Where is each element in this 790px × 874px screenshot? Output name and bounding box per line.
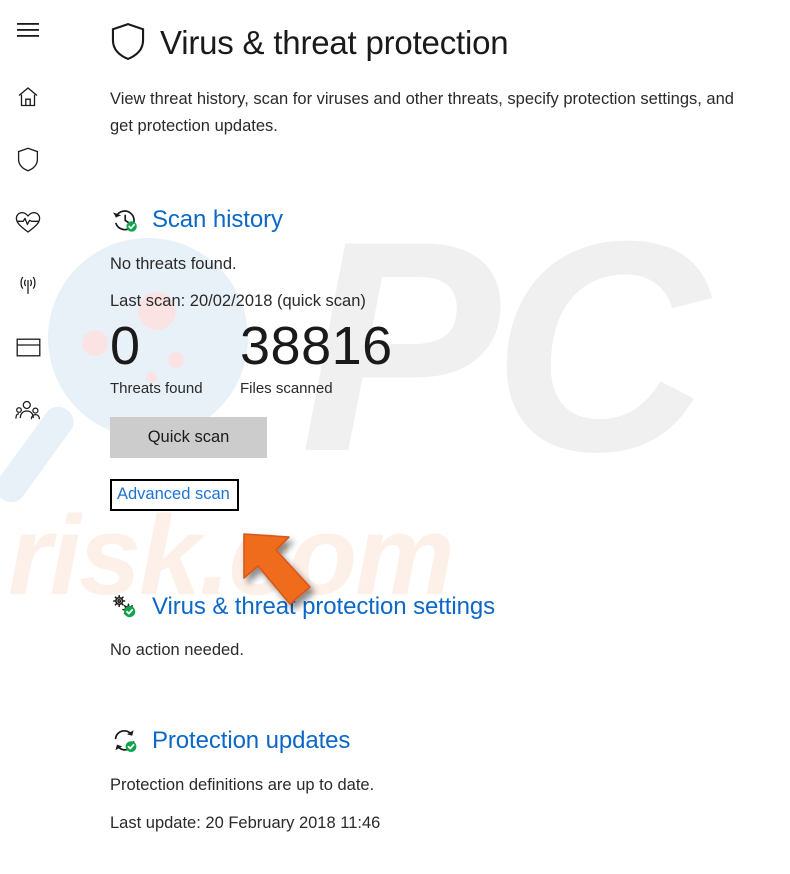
- heart-pulse-icon: [15, 211, 41, 234]
- scan-history-last-scan: Last scan: 20/02/2018 (quick scan): [110, 291, 366, 310]
- page-title: Virus & threat protection: [160, 23, 509, 61]
- shield-icon: [110, 22, 146, 62]
- stat-value: 0: [110, 316, 141, 377]
- sidebar-item-family-options[interactable]: [8, 390, 48, 430]
- sidebar-item-virus-threat-protection[interactable]: [8, 139, 48, 179]
- hamburger-menu-button[interactable]: [8, 10, 48, 50]
- scan-history-status: No threats found.: [110, 255, 237, 273]
- protection-updates-status: Protection definitions are up to date.: [110, 776, 375, 794]
- stat-value: 38816: [240, 316, 393, 377]
- scan-statistics: 0 Threats found 38816 Files scanned: [110, 316, 730, 396]
- refresh-check-icon: [110, 726, 140, 756]
- signal-tower-icon: [15, 273, 41, 297]
- sidebar-item-firewall-network[interactable]: [8, 265, 48, 305]
- stat-files-scanned: 38816 Files scanned: [240, 316, 393, 396]
- sidebar-item-app-browser-control[interactable]: [8, 327, 48, 367]
- stat-threats-found: 0 Threats found: [110, 316, 240, 396]
- browser-window-icon: [16, 337, 41, 358]
- navigation-sidebar: [0, 0, 56, 874]
- gears-check-icon: [110, 592, 140, 622]
- sidebar-item-home[interactable]: [8, 77, 48, 117]
- scan-history-title[interactable]: Scan history: [152, 208, 283, 232]
- stat-label: Files scanned: [240, 379, 333, 397]
- advanced-scan-highlight-box: Advanced scan: [110, 478, 239, 511]
- stat-label: Threats found: [110, 379, 203, 397]
- virus-threat-settings-title[interactable]: Virus & threat protection settings: [152, 595, 495, 619]
- shield-icon: [17, 147, 39, 172]
- hamburger-menu-icon: [17, 22, 39, 38]
- sidebar-item-device-health[interactable]: [8, 202, 48, 242]
- quick-scan-button[interactable]: Quick scan: [110, 416, 267, 458]
- advanced-scan-link[interactable]: Advanced scan: [117, 485, 230, 503]
- protection-updates-section: Protection updates Protection definition…: [110, 726, 730, 836]
- family-people-icon: [15, 399, 41, 421]
- home-icon: [16, 85, 40, 109]
- virus-threat-settings-section: Virus & threat protection settings No ac…: [110, 592, 730, 664]
- scan-history-section: Scan history No threats found. Last scan…: [110, 205, 730, 511]
- windows-security-window: PC risk.com Virus & threat protection Vi…: [0, 0, 790, 874]
- protection-updates-last-update: Last update: 20 February 2018 11:46: [110, 813, 381, 832]
- page-header: Virus & threat protection View threat hi…: [110, 22, 770, 139]
- page-description: View threat history, scan for viruses an…: [110, 90, 734, 135]
- virus-threat-settings-status: No action needed.: [110, 641, 244, 659]
- protection-updates-title[interactable]: Protection updates: [152, 729, 350, 753]
- history-clock-check-icon: [110, 205, 140, 235]
